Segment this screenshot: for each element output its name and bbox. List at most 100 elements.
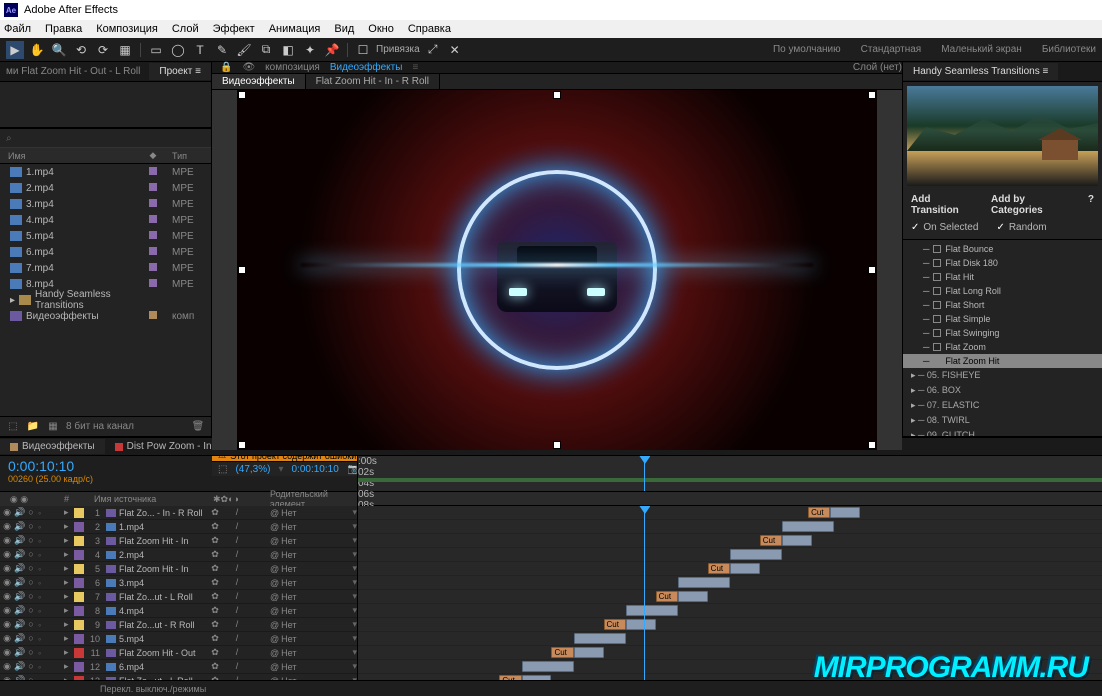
track-row[interactable]	[358, 548, 1102, 562]
clip-bar[interactable]	[678, 591, 708, 602]
layer-row[interactable]: ◉🔊○◦▸42.mp4✿ / @ Нет ▾	[0, 548, 357, 562]
fx-switch[interactable]: /	[232, 507, 242, 518]
project-item[interactable]: 6.mp4MPE	[0, 244, 211, 260]
solo-toggle[interactable]: ○	[26, 591, 36, 602]
layer-label-color[interactable]	[74, 522, 84, 532]
shy-switch[interactable]: ✿	[210, 633, 220, 644]
video-toggle[interactable]: ◉	[2, 619, 12, 630]
transform-handle[interactable]	[869, 92, 875, 98]
layer-row[interactable]: ◉🔊○◦▸105.mp4✿ / @ Нет ▾	[0, 632, 357, 646]
delete-icon[interactable]: 🗑	[191, 420, 205, 434]
layer-label-color[interactable]	[74, 578, 84, 588]
lock-toggle[interactable]: ◦	[38, 550, 41, 560]
fx-switch[interactable]: /	[232, 549, 242, 560]
ellipse-tool[interactable]: ◯	[169, 41, 187, 59]
fx-switch[interactable]: /	[232, 647, 242, 658]
new-folder-icon[interactable]: 📁	[26, 420, 40, 434]
pickwhip-icon[interactable]: @	[270, 536, 279, 546]
pickwhip-icon[interactable]: @	[270, 592, 279, 602]
category-item[interactable]: ▸ ─ 05. FISHEYE	[903, 368, 1102, 383]
clip-bar[interactable]	[730, 563, 760, 574]
subtab-active[interactable]: Видеоэффекты	[212, 74, 306, 89]
brush-tool[interactable]: 🖌	[235, 41, 253, 59]
project-search[interactable]: ⌕	[0, 128, 211, 148]
project-item[interactable]: ▸ Handy Seamless Transitions	[0, 292, 211, 308]
solo-toggle[interactable]: ○	[26, 647, 36, 658]
shy-switch[interactable]: ✿	[210, 661, 220, 672]
layer-label-color[interactable]	[74, 606, 84, 616]
layer-row[interactable]: ◉🔊○◦▸21.mp4✿ / @ Нет ▾	[0, 520, 357, 534]
audio-toggle[interactable]: 🔊	[14, 507, 24, 518]
menu-item[interactable]: Вид	[334, 23, 354, 35]
layer-row[interactable]: ◉🔊○◦▸7Flat Zo...ut - L Roll✿ / @ Нет ▾	[0, 590, 357, 604]
lock-toggle[interactable]: ◦	[38, 620, 41, 630]
lock-toggle[interactable]: ◦	[38, 592, 41, 602]
solo-toggle[interactable]: ○	[26, 619, 36, 630]
timeline-tab[interactable]: Dist Pow Zoom - In	[105, 439, 222, 454]
clip-marker[interactable]: Cut	[604, 619, 626, 630]
time-ruler[interactable]: :00s02s04s06s08s10s12s14s16s18s20s22s24s…	[358, 456, 1102, 491]
menu-item[interactable]: Правка	[45, 23, 82, 35]
crumb-layer[interactable]: Слой (нет)	[853, 62, 902, 73]
clip-marker[interactable]: Cut	[499, 675, 521, 680]
layer-row[interactable]: ◉🔊○◦▸63.mp4✿ / @ Нет ▾	[0, 576, 357, 590]
audio-toggle[interactable]: 🔊	[14, 591, 24, 602]
audio-toggle[interactable]: 🔊	[14, 577, 24, 588]
audio-toggle[interactable]: 🔊	[14, 563, 24, 574]
solo-toggle[interactable]: ○	[26, 549, 36, 560]
shy-switch[interactable]: ✿	[210, 647, 220, 658]
transform-handle[interactable]	[869, 267, 875, 273]
camera-tool[interactable]: ▦	[116, 41, 134, 59]
shy-switch[interactable]: ✿	[210, 549, 220, 560]
shy-switch[interactable]: ✿	[210, 591, 220, 602]
clip-marker[interactable]: Cut	[551, 647, 573, 658]
shy-switch[interactable]: ✿	[210, 577, 220, 588]
solo-toggle[interactable]: ○	[26, 535, 36, 546]
fx-switch[interactable]: /	[232, 633, 242, 644]
shy-switch[interactable]: ✿	[210, 619, 220, 630]
snap-opt-2[interactable]: ✕	[446, 41, 464, 59]
selection-tool[interactable]: ▶	[6, 41, 24, 59]
video-toggle[interactable]: ◉	[2, 633, 12, 644]
pickwhip-icon[interactable]: @	[270, 620, 279, 630]
pen-tool[interactable]: ✎	[213, 41, 231, 59]
transition-item[interactable]: ─ Flat Hit	[903, 270, 1102, 284]
col-name[interactable]: Имя	[0, 151, 138, 161]
video-toggle[interactable]: ◉	[2, 591, 12, 602]
transition-item[interactable]: ─ Flat Long Roll	[903, 284, 1102, 298]
lock-toggle[interactable]: ◦	[38, 578, 41, 588]
clip-bar[interactable]	[782, 521, 834, 532]
transition-item[interactable]: ─ Flat Swinging	[903, 326, 1102, 340]
project-item[interactable]: 2.mp4MPE	[0, 180, 211, 196]
clip-marker[interactable]: Cut	[808, 507, 830, 518]
solo-toggle[interactable]: ○	[26, 577, 36, 588]
track-row[interactable]: Cut	[358, 562, 1102, 576]
track-row[interactable]	[358, 520, 1102, 534]
search-input[interactable]	[16, 133, 205, 144]
transition-item[interactable]: ─ Flat Short	[903, 298, 1102, 312]
audio-toggle[interactable]: 🔊	[14, 619, 24, 630]
layer-label-color[interactable]	[74, 564, 84, 574]
subtab-other[interactable]: Flat Zoom Hit - In - R Roll	[306, 74, 440, 89]
audio-toggle[interactable]: 🔊	[14, 535, 24, 546]
audio-toggle[interactable]: 🔊	[14, 521, 24, 532]
col-label-icon[interactable]: ◆	[138, 150, 168, 161]
video-toggle[interactable]: ◉	[2, 535, 12, 546]
clip-bar[interactable]	[830, 507, 860, 518]
pickwhip-icon[interactable]: @	[270, 564, 279, 574]
clip-bar[interactable]	[626, 619, 656, 630]
video-toggle[interactable]: ◉	[2, 605, 12, 616]
fx-switch[interactable]: /	[232, 535, 242, 546]
transform-handle[interactable]	[554, 92, 560, 98]
workspace-item[interactable]: Библиотеки	[1042, 44, 1096, 55]
fx-switch[interactable]: /	[232, 619, 242, 630]
eye-icon[interactable]: 👁	[242, 62, 255, 73]
layer-row[interactable]: ◉🔊○◦▸5Flat Zoom Hit - In✿ / @ Нет ▾	[0, 562, 357, 576]
project-item[interactable]: 1.mp4MPE	[0, 164, 211, 180]
layer-row[interactable]: ◉🔊○◦▸126.mp4✿ / @ Нет ▾	[0, 660, 357, 674]
transition-item[interactable]: ─ Flat Bounce	[903, 242, 1102, 256]
layer-row[interactable]: ◉🔊○◦▸9Flat Zo...ut - R Roll✿ / @ Нет ▾	[0, 618, 357, 632]
layer-label-color[interactable]	[74, 592, 84, 602]
layer-row[interactable]: ◉🔊○◦▸84.mp4✿ / @ Нет ▾	[0, 604, 357, 618]
shy-switch[interactable]: ✿	[210, 605, 220, 616]
